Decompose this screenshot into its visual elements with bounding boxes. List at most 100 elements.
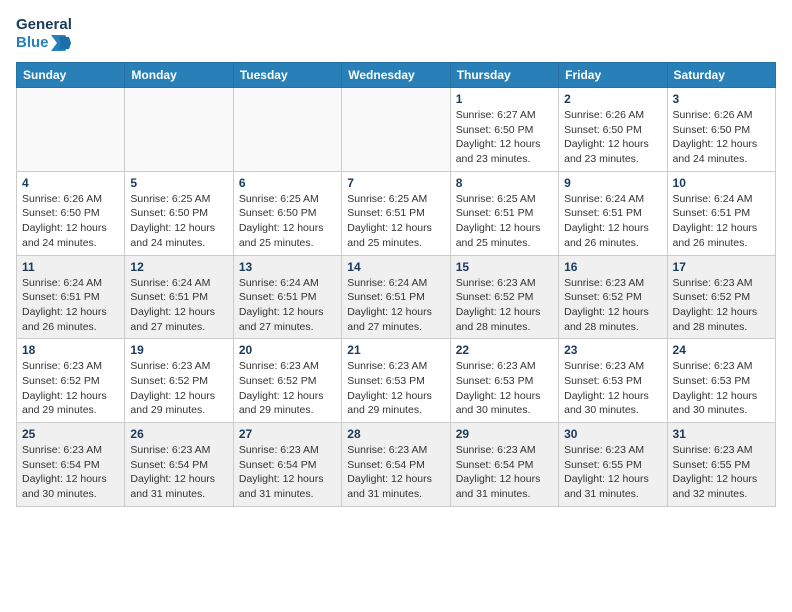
- day-info: Sunrise: 6:26 AM Sunset: 6:50 PM Dayligh…: [22, 192, 119, 251]
- weekday-header-sunday: Sunday: [17, 63, 125, 88]
- day-cell: 7 Sunrise: 6:25 AM Sunset: 6:51 PM Daylig…: [342, 171, 450, 255]
- day-cell: 22Sunrise: 6:23 AM Sunset: 6:53 PM Dayli…: [450, 339, 558, 423]
- day-number: 16: [564, 260, 661, 274]
- day-number: 12: [130, 260, 227, 274]
- day-number: 27: [239, 427, 336, 441]
- day-number: 5: [130, 176, 227, 190]
- week-row-1: 1Sunrise: 6:27 AM Sunset: 6:50 PM Daylig…: [17, 88, 776, 172]
- day-info: Sunrise: 6:23 AM Sunset: 6:52 PM Dayligh…: [673, 276, 770, 335]
- week-row-2: 4Sunrise: 6:26 AM Sunset: 6:50 PM Daylig…: [17, 171, 776, 255]
- day-number: 24: [673, 343, 770, 357]
- day-cell: 17 Sunrise: 6:23 AM Sunset: 6:52 PM Dayli…: [667, 255, 775, 339]
- day-info: Sunrise: 6:23 AM Sunset: 6:53 PM Dayligh…: [456, 359, 553, 418]
- day-info: Sunrise: 6:23 AM Sunset: 6:54 PM Dayligh…: [347, 443, 444, 502]
- day-info: Sunrise: 6:23 AM Sunset: 6:52 PM Dayligh…: [239, 359, 336, 418]
- day-cell: [342, 88, 450, 172]
- day-info: Sunrise: 6:23 AM Sunset: 6:54 PM Dayligh…: [239, 443, 336, 502]
- day-info: Sunrise: 6:25 AM Sunset: 6:50 PM Dayligh…: [239, 192, 336, 251]
- day-number: 29: [456, 427, 553, 441]
- day-cell: 13 Sunrise: 6:24 AM Sunset: 6:51 PM Dayli…: [233, 255, 341, 339]
- day-info: Sunrise: 6:23 AM Sunset: 6:54 PM Dayligh…: [456, 443, 553, 502]
- day-cell: 20 Sunrise: 6:23 AM Sunset: 6:52 PM Dayli…: [233, 339, 341, 423]
- calendar-table: SundayMondayTuesdayWednesdayThursdayFrid…: [16, 62, 776, 507]
- day-cell: 25 Sunrise: 6:23 AM Sunset: 6:54 PM Dayli…: [17, 423, 125, 507]
- day-number: 17: [673, 260, 770, 274]
- day-number: 18: [22, 343, 119, 357]
- day-info: Sunrise: 6:24 AM Sunset: 6:51 PM Dayligh…: [130, 276, 227, 335]
- day-cell: 27 Sunrise: 6:23 AM Sunset: 6:54 PM Dayli…: [233, 423, 341, 507]
- day-cell: 6 Sunrise: 6:25 AM Sunset: 6:50 PM Daylig…: [233, 171, 341, 255]
- day-info: Sunrise: 6:23 AM Sunset: 6:53 PM Dayligh…: [673, 359, 770, 418]
- day-number: 19: [130, 343, 227, 357]
- day-number: 20: [239, 343, 336, 357]
- day-number: 21: [347, 343, 444, 357]
- week-row-4: 18 Sunrise: 6:23 AM Sunset: 6:52 PM Dayli…: [17, 339, 776, 423]
- weekday-header-thursday: Thursday: [450, 63, 558, 88]
- day-number: 3: [673, 92, 770, 106]
- day-number: 6: [239, 176, 336, 190]
- logo-blue: Blue: [16, 34, 71, 52]
- day-number: 15: [456, 260, 553, 274]
- day-cell: 12 Sunrise: 6:24 AM Sunset: 6:51 PM Dayli…: [125, 255, 233, 339]
- day-cell: 31 Sunrise: 6:23 AM Sunset: 6:55 PM Dayli…: [667, 423, 775, 507]
- header: General Blue: [16, 16, 776, 52]
- week-row-5: 25 Sunrise: 6:23 AM Sunset: 6:54 PM Dayli…: [17, 423, 776, 507]
- day-cell: [17, 88, 125, 172]
- day-number: 2: [564, 92, 661, 106]
- day-cell: 15Sunrise: 6:23 AM Sunset: 6:52 PM Dayli…: [450, 255, 558, 339]
- day-number: 11: [22, 260, 119, 274]
- day-number: 13: [239, 260, 336, 274]
- weekday-header-wednesday: Wednesday: [342, 63, 450, 88]
- day-info: Sunrise: 6:23 AM Sunset: 6:52 PM Dayligh…: [22, 359, 119, 418]
- weekday-header-tuesday: Tuesday: [233, 63, 341, 88]
- day-cell: 14 Sunrise: 6:24 AM Sunset: 6:51 PM Dayli…: [342, 255, 450, 339]
- logo-general: General: [16, 16, 72, 34]
- logo: General Blue: [16, 16, 72, 52]
- day-cell: [233, 88, 341, 172]
- day-number: 26: [130, 427, 227, 441]
- day-number: 10: [673, 176, 770, 190]
- day-info: Sunrise: 6:24 AM Sunset: 6:51 PM Dayligh…: [239, 276, 336, 335]
- day-cell: 24 Sunrise: 6:23 AM Sunset: 6:53 PM Dayli…: [667, 339, 775, 423]
- day-number: 25: [22, 427, 119, 441]
- day-cell: 26Sunrise: 6:23 AM Sunset: 6:54 PM Dayli…: [125, 423, 233, 507]
- day-info: Sunrise: 6:23 AM Sunset: 6:54 PM Dayligh…: [22, 443, 119, 502]
- day-number: 28: [347, 427, 444, 441]
- day-number: 7: [347, 176, 444, 190]
- day-info: Sunrise: 6:24 AM Sunset: 6:51 PM Dayligh…: [22, 276, 119, 335]
- day-number: 30: [564, 427, 661, 441]
- day-info: Sunrise: 6:23 AM Sunset: 6:55 PM Dayligh…: [564, 443, 661, 502]
- day-info: Sunrise: 6:23 AM Sunset: 6:53 PM Dayligh…: [347, 359, 444, 418]
- day-cell: 3 Sunrise: 6:26 AM Sunset: 6:50 PM Daylig…: [667, 88, 775, 172]
- weekday-header-friday: Friday: [559, 63, 667, 88]
- day-info: Sunrise: 6:27 AM Sunset: 6:50 PM Dayligh…: [456, 108, 553, 167]
- day-cell: 19 Sunrise: 6:23 AM Sunset: 6:52 PM Dayli…: [125, 339, 233, 423]
- day-cell: 10Sunrise: 6:24 AM Sunset: 6:51 PM Dayli…: [667, 171, 775, 255]
- day-info: Sunrise: 6:25 AM Sunset: 6:50 PM Dayligh…: [130, 192, 227, 251]
- day-info: Sunrise: 6:23 AM Sunset: 6:55 PM Dayligh…: [673, 443, 770, 502]
- day-cell: 16 Sunrise: 6:23 AM Sunset: 6:52 PM Dayli…: [559, 255, 667, 339]
- day-cell: 21 Sunrise: 6:23 AM Sunset: 6:53 PM Dayli…: [342, 339, 450, 423]
- day-cell: 30 Sunrise: 6:23 AM Sunset: 6:55 PM Dayli…: [559, 423, 667, 507]
- day-number: 8: [456, 176, 553, 190]
- day-number: 9: [564, 176, 661, 190]
- week-row-3: 11 Sunrise: 6:24 AM Sunset: 6:51 PM Dayli…: [17, 255, 776, 339]
- day-info: Sunrise: 6:26 AM Sunset: 6:50 PM Dayligh…: [673, 108, 770, 167]
- day-cell: 28 Sunrise: 6:23 AM Sunset: 6:54 PM Dayli…: [342, 423, 450, 507]
- day-info: Sunrise: 6:23 AM Sunset: 6:53 PM Dayligh…: [564, 359, 661, 418]
- day-info: Sunrise: 6:26 AM Sunset: 6:50 PM Dayligh…: [564, 108, 661, 167]
- day-cell: 8Sunrise: 6:25 AM Sunset: 6:51 PM Daylig…: [450, 171, 558, 255]
- logo-arrow-icon: [51, 35, 71, 51]
- weekday-header-monday: Monday: [125, 63, 233, 88]
- day-info: Sunrise: 6:25 AM Sunset: 6:51 PM Dayligh…: [347, 192, 444, 251]
- day-number: 31: [673, 427, 770, 441]
- day-cell: 18 Sunrise: 6:23 AM Sunset: 6:52 PM Dayli…: [17, 339, 125, 423]
- day-info: Sunrise: 6:23 AM Sunset: 6:52 PM Dayligh…: [130, 359, 227, 418]
- day-cell: 23Sunrise: 6:23 AM Sunset: 6:53 PM Dayli…: [559, 339, 667, 423]
- day-info: Sunrise: 6:24 AM Sunset: 6:51 PM Dayligh…: [564, 192, 661, 251]
- day-info: Sunrise: 6:24 AM Sunset: 6:51 PM Dayligh…: [347, 276, 444, 335]
- day-cell: 1Sunrise: 6:27 AM Sunset: 6:50 PM Daylig…: [450, 88, 558, 172]
- day-info: Sunrise: 6:23 AM Sunset: 6:52 PM Dayligh…: [564, 276, 661, 335]
- day-cell: 11 Sunrise: 6:24 AM Sunset: 6:51 PM Dayli…: [17, 255, 125, 339]
- day-number: 14: [347, 260, 444, 274]
